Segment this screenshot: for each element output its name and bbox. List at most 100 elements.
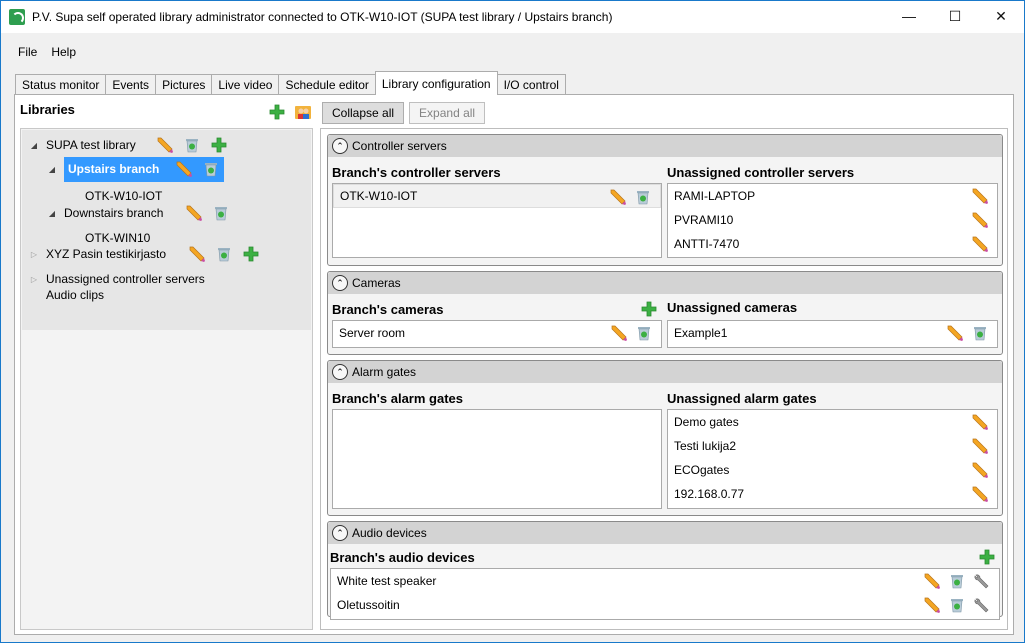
configuration-panel: Collapse all Expand all ⌃ Controller ser…	[320, 100, 1010, 630]
branch-alarm-gates-title: Branch's alarm gates	[332, 390, 463, 406]
list-item[interactable]: ECOgates	[668, 458, 997, 482]
menu-file[interactable]: File	[11, 45, 44, 59]
tab-bar: Status monitor Events Pictures Live vide…	[15, 71, 566, 95]
tree-item-xyz-pasin-testikirjasto[interactable]: ▷ XYZ Pasin testikirjasto	[29, 244, 260, 264]
pencil-icon[interactable]	[971, 485, 989, 503]
branch-audio-devices-list: White test speaker Oletussoitin	[330, 568, 1000, 620]
wrench-icon[interactable]	[973, 596, 991, 614]
section-header: Controller servers	[352, 139, 447, 153]
pencil-icon[interactable]	[971, 437, 989, 455]
minimize-button[interactable]: —	[886, 1, 932, 31]
pencil-icon[interactable]	[971, 461, 989, 479]
list-item[interactable]: Example1	[668, 321, 997, 345]
tab-status-monitor[interactable]: Status monitor	[15, 74, 107, 95]
pencil-icon[interactable]	[610, 324, 628, 342]
list-item[interactable]: Server room	[333, 321, 661, 345]
tab-schedule-editor[interactable]: Schedule editor	[278, 74, 376, 95]
collapse-chevron-icon[interactable]: ⌃	[332, 138, 348, 154]
user-groups-icon[interactable]	[294, 103, 312, 121]
tree-item-upstairs-branch[interactable]: ◢ Upstairs branch	[47, 156, 225, 182]
pencil-icon[interactable]	[185, 204, 203, 222]
tab-library-configuration[interactable]: Library configuration	[374, 71, 498, 95]
menu-help[interactable]: Help	[44, 45, 83, 59]
list-item[interactable]: PVRAMI10	[668, 208, 997, 232]
expand-arrow-icon[interactable]: ◢	[29, 141, 39, 150]
recycle-bin-icon[interactable]	[215, 245, 233, 263]
recycle-bin-icon[interactable]	[183, 136, 201, 154]
collapsed-arrow-icon[interactable]: ▷	[29, 250, 39, 259]
list-item[interactable]: RAMI-LAPTOP	[668, 184, 997, 208]
recycle-bin-icon[interactable]	[212, 204, 230, 222]
expand-arrow-icon[interactable]: ◢	[47, 209, 57, 218]
recycle-bin-icon[interactable]	[971, 324, 989, 342]
pencil-icon[interactable]	[156, 136, 174, 154]
tab-content: Libraries ◢ SUPA test library ◢ Upstairs…	[14, 94, 1014, 635]
branch-alarm-gates-list	[332, 409, 662, 509]
recycle-bin-icon[interactable]	[202, 160, 220, 178]
branch-cameras-title: Branch's cameras	[332, 301, 444, 317]
pencil-icon[interactable]	[188, 245, 206, 263]
section-header: Cameras	[352, 276, 401, 290]
selected-branch[interactable]: Upstairs branch	[64, 156, 225, 182]
section-audio-devices: ⌃ Audio devices Branch's audio devices W…	[327, 521, 1003, 620]
pencil-icon[interactable]	[971, 413, 989, 431]
expand-all-button[interactable]: Expand all	[409, 102, 486, 124]
pencil-icon[interactable]	[971, 235, 989, 253]
tab-live-video[interactable]: Live video	[211, 74, 280, 95]
collapsed-arrow-icon[interactable]: ▷	[29, 275, 39, 284]
list-item[interactable]: Demo gates	[668, 410, 997, 434]
tab-io-control[interactable]: I/O control	[496, 74, 566, 95]
recycle-bin-icon[interactable]	[948, 572, 966, 590]
list-item[interactable]: Oletussoitin	[331, 593, 999, 617]
menu-bar: File Help	[11, 41, 1014, 62]
libraries-title: Libraries	[20, 102, 75, 117]
collapse-chevron-icon[interactable]: ⌃	[332, 525, 348, 541]
libraries-panel: Libraries ◢ SUPA test library ◢ Upstairs…	[20, 100, 313, 630]
branch-controller-servers-title: Branch's controller servers	[332, 164, 501, 180]
pencil-icon[interactable]	[923, 596, 941, 614]
add-library-icon[interactable]	[268, 103, 286, 121]
list-item[interactable]: ANTTI-7470	[668, 232, 997, 256]
tab-events[interactable]: Events	[105, 74, 157, 95]
pencil-icon[interactable]	[971, 187, 989, 205]
list-item[interactable]: OTK-W10-IOT	[333, 184, 661, 208]
unassigned-alarm-gates-list: Demo gates Testi lukija2 ECOgates 192.16…	[667, 409, 998, 509]
pencil-icon[interactable]	[175, 160, 193, 178]
add-audio-device-icon[interactable]	[978, 548, 996, 566]
pencil-icon[interactable]	[923, 572, 941, 590]
unassigned-controller-servers-title: Unassigned controller servers	[667, 164, 855, 180]
pencil-icon[interactable]	[946, 324, 964, 342]
tab-pictures[interactable]: Pictures	[155, 74, 213, 95]
list-item[interactable]: 192.168.0.77	[668, 482, 997, 506]
recycle-bin-icon[interactable]	[635, 324, 653, 342]
unassigned-cameras-list: Example1	[667, 320, 998, 348]
close-button[interactable]: ✕	[978, 1, 1024, 31]
window-title: P.V. Supa self operated library administ…	[32, 10, 613, 24]
tree-item-audio-clips[interactable]: Audio clips	[46, 285, 104, 305]
add-branch-icon[interactable]	[242, 245, 260, 263]
list-item[interactable]: Testi lukija2	[668, 434, 997, 458]
unassigned-controller-servers-list: RAMI-LAPTOP PVRAMI10 ANTTI-7470	[667, 183, 998, 258]
recycle-bin-icon[interactable]	[948, 596, 966, 614]
expand-arrow-icon[interactable]: ◢	[47, 165, 57, 174]
pencil-icon[interactable]	[609, 188, 627, 206]
tree-item-downstairs-branch[interactable]: ◢ Downstairs branch	[47, 203, 230, 223]
collapse-chevron-icon[interactable]: ⌃	[332, 275, 348, 291]
collapse-chevron-icon[interactable]: ⌃	[332, 364, 348, 380]
wrench-icon[interactable]	[973, 572, 991, 590]
sections-container: ⌃ Controller servers Branch's controller…	[320, 128, 1008, 630]
maximize-button[interactable]: ☐	[932, 1, 978, 31]
add-camera-icon[interactable]	[640, 300, 658, 318]
add-branch-icon[interactable]	[210, 136, 228, 154]
title-bar: P.V. Supa self operated library administ…	[1, 1, 1024, 33]
unassigned-cameras-title: Unassigned cameras	[667, 299, 798, 315]
branch-audio-devices-title: Branch's audio devices	[330, 549, 475, 565]
pencil-icon[interactable]	[971, 211, 989, 229]
list-item[interactable]: White test speaker	[331, 569, 999, 593]
app-window: P.V. Supa self operated library administ…	[0, 0, 1025, 643]
tree-item-supa-test-library[interactable]: ◢ SUPA test library	[29, 135, 228, 155]
collapse-all-button[interactable]: Collapse all	[322, 102, 405, 124]
recycle-bin-icon[interactable]	[634, 188, 652, 206]
section-alarm-gates: ⌃ Alarm gates Branch's alarm gates Unass…	[327, 360, 1003, 516]
section-controller-servers: ⌃ Controller servers Branch's controller…	[327, 134, 1003, 266]
